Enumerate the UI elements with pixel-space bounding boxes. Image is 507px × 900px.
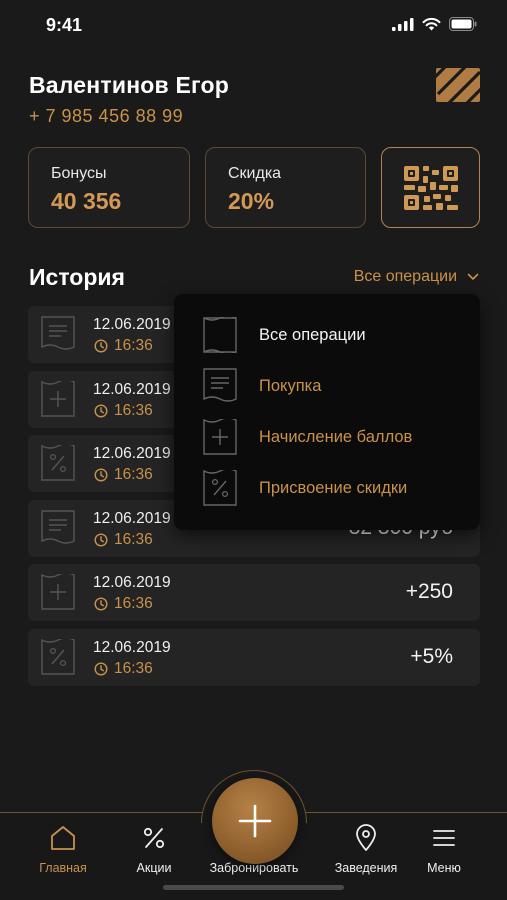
- menu-item-all-operations[interactable]: Все операции: [203, 317, 463, 355]
- status-time: 9:41: [46, 15, 83, 35]
- percent-icon: [143, 827, 165, 849]
- document-outline-icon: [203, 317, 237, 353]
- bonus-label: Бонусы: [51, 165, 107, 182]
- brand-logo-icon[interactable]: [436, 68, 480, 102]
- clock-icon: [94, 339, 108, 353]
- clock-icon: [94, 532, 108, 547]
- percent-tag-icon: [41, 445, 75, 481]
- row-amount: +5%: [410, 644, 453, 668]
- plus-icon: [238, 804, 272, 838]
- history-title: История: [29, 264, 125, 290]
- clock-icon: [94, 661, 108, 676]
- row-time: 16:36: [94, 595, 153, 613]
- clock-icon: [94, 468, 108, 482]
- tab-venues[interactable]: Заведения: [321, 823, 411, 875]
- menu-item-label: Покупка: [259, 377, 322, 395]
- receipt-icon: [41, 509, 75, 544]
- operations-dropdown-menu: Все операции Покупка Начисление баллов П…: [174, 294, 480, 530]
- row-time: 16:36: [94, 402, 153, 420]
- row-date: 12.06.2019: [93, 638, 171, 656]
- plus-tag-icon: [203, 419, 237, 455]
- row-time: 16:36: [94, 466, 153, 484]
- menu-item-purchase[interactable]: Покупка: [203, 368, 463, 406]
- menu-item-label: Присвоение скидки: [259, 479, 408, 497]
- tab-label: Главная: [39, 861, 87, 875]
- menu-item-label: Все операции: [259, 326, 366, 344]
- discount-label: Скидка: [228, 165, 282, 182]
- bonus-value: 40 356: [51, 188, 122, 214]
- row-time-text: 16:36: [114, 595, 153, 612]
- tab-label: Акции: [136, 861, 172, 875]
- chevron-down-icon: [467, 273, 479, 281]
- location-pin-icon: [356, 824, 376, 851]
- percent-tag-icon: [203, 470, 237, 506]
- row-date: 12.06.2019: [93, 316, 171, 333]
- operations-filter-label: Все операции: [353, 268, 457, 285]
- history-row[interactable]: 12.06.2019 16:36 +250: [28, 564, 480, 621]
- clock-icon: [94, 403, 108, 418]
- home-indicator: [163, 885, 344, 890]
- menu-item-points-accrual[interactable]: Начисление баллов: [203, 419, 463, 457]
- row-time: 16:36: [94, 337, 153, 355]
- tab-label: Заведения: [334, 861, 398, 875]
- row-date: 12.06.2019: [93, 445, 171, 462]
- row-time-text: 16:36: [114, 530, 153, 548]
- user-phone: + 7 985 456 88 99: [29, 106, 184, 126]
- row-time-text: 16:36: [114, 337, 153, 354]
- home-icon: [51, 826, 75, 850]
- menu-item-discount-assignment[interactable]: Присвоение скидки: [203, 470, 463, 508]
- row-time: 16:36: [94, 531, 153, 549]
- row-time-text: 16:36: [114, 466, 153, 483]
- menu-item-label: Начисление баллов: [259, 428, 413, 446]
- status-icons: [392, 17, 477, 31]
- battery-icon: [449, 17, 477, 31]
- qr-code-button[interactable]: [381, 147, 480, 228]
- plus-tag-icon: [41, 380, 75, 417]
- status-bar: 9:41: [0, 0, 507, 52]
- book-plus-button[interactable]: [212, 778, 298, 864]
- receipt-icon: [41, 316, 75, 350]
- row-time: 16:36: [94, 660, 153, 678]
- row-time-text: 16:36: [114, 659, 153, 677]
- tab-menu[interactable]: Меню: [399, 823, 489, 875]
- operations-filter-dropdown[interactable]: Все операции: [354, 268, 479, 286]
- row-date: 12.06.2019: [93, 509, 171, 527]
- tab-home[interactable]: Главная: [18, 823, 108, 875]
- plus-tag-icon: [41, 574, 75, 610]
- discount-value: 20%: [228, 188, 275, 214]
- qr-code-icon: [403, 165, 458, 210]
- bonus-card[interactable]: Бонусы 40 356: [28, 147, 190, 228]
- receipt-icon: [203, 368, 237, 402]
- row-date: 12.06.2019: [93, 574, 171, 591]
- history-row[interactable]: 12.06.2019 16:36 +5%: [28, 628, 480, 686]
- tab-promotions[interactable]: Акции: [109, 823, 199, 875]
- clock-icon: [94, 597, 108, 611]
- row-date: 12.06.2019: [93, 380, 171, 398]
- row-time-text: 16:36: [114, 401, 153, 419]
- menu-icon: [433, 830, 455, 846]
- user-name: Валентинов Егор: [29, 72, 229, 98]
- wifi-icon: [422, 17, 441, 31]
- row-amount: +250: [405, 580, 453, 603]
- percent-tag-icon: [41, 638, 75, 675]
- discount-card[interactable]: Скидка 20%: [205, 147, 366, 228]
- tab-label: Меню: [427, 861, 461, 875]
- signal-icon: [392, 17, 414, 31]
